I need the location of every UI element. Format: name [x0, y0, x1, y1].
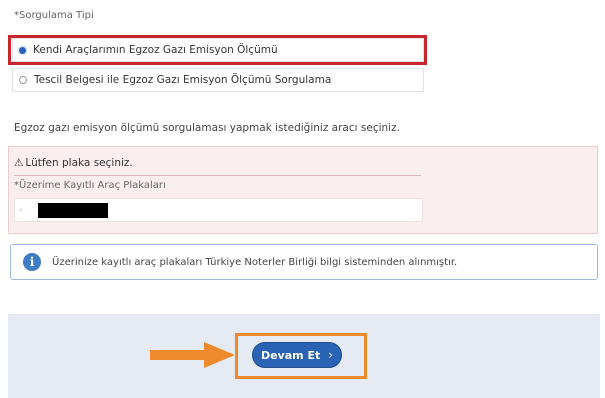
arrow-right-icon [150, 342, 235, 368]
info-text: Üzerinize kayıtlı araç plakaları Türkiye… [52, 256, 458, 268]
chevron-right-icon: › [328, 348, 334, 362]
next-button[interactable]: Devam Et › [252, 342, 342, 368]
warning-icon: ⚠ [14, 157, 24, 169]
instruction-text: Egzoz gazı emisyon ölçümü sorgulaması ya… [14, 122, 400, 134]
info-box: i Üzerinize kayıtlı araç plakaları Türki… [10, 244, 598, 280]
option-registration-certificate-label: Tescil Belgesi ile Egzoz Gazı Emisyon Öl… [34, 74, 332, 86]
highlight-red-box [8, 35, 427, 65]
radio-unselected[interactable] [19, 76, 27, 84]
query-type-label: *Sorgulama Tipi [14, 10, 94, 21]
option-registration-certificate[interactable]: Tescil Belgesi ile Egzoz Gazı Emisyon Öl… [12, 68, 424, 92]
warning-text: Lütfen plaka seçiniz. [25, 157, 133, 169]
info-icon: i [23, 253, 41, 271]
plate-warning: ⚠ Lütfen plaka seçiniz. [14, 157, 133, 169]
plate-redacted [38, 203, 108, 218]
plates-label: *Üzerime Kayıtlı Araç Plakaları [14, 180, 166, 191]
divider [14, 175, 421, 176]
next-button-label: Devam Et [260, 348, 321, 362]
